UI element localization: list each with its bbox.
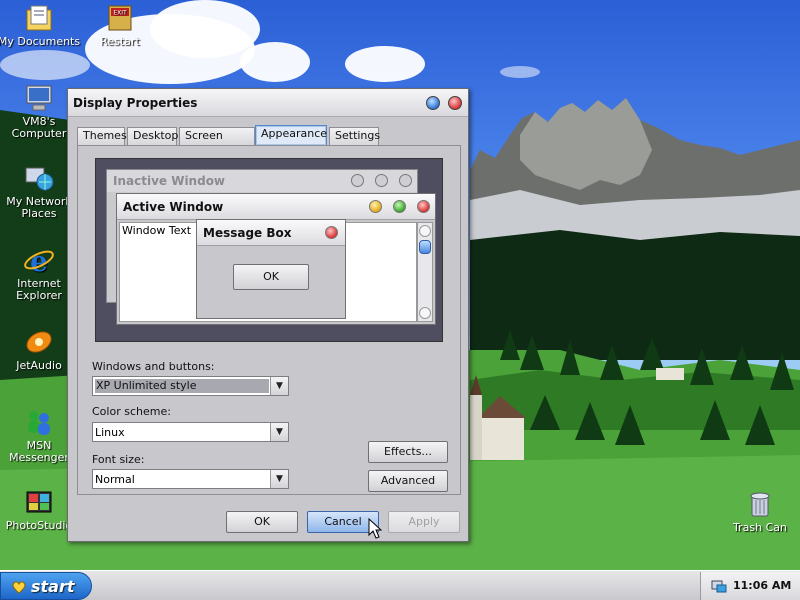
windows-buttons-label: Windows and buttons: [92,360,215,373]
active-maximize-icon [393,200,406,213]
start-label: start [31,577,75,596]
desktop-icon-my-documents[interactable]: My Documents [0,2,81,48]
chevron-down-icon[interactable]: ▼ [270,470,288,488]
inactive-window-title: Inactive Window [113,174,226,188]
font-size-label: Font size: [92,453,145,466]
advanced-button[interactable]: Advanced [368,470,448,492]
desktop-icon-label: Trash Can [733,521,787,534]
scroll-up-icon [419,225,431,237]
help-button[interactable] [426,96,440,110]
active-window-title: Active Window [123,200,224,214]
folder-documents-icon [26,5,52,31]
tab-themes[interactable]: Themes [77,127,127,145]
dialog-titlebar[interactable]: Display Properties [68,89,468,117]
apply-button[interactable]: Apply [388,511,460,533]
chevron-down-icon[interactable]: ▼ [270,423,288,441]
message-box-title: Message Box [203,226,292,240]
message-box-ok-sample: OK [233,264,309,290]
inactive-minimize-icon [351,174,364,187]
start-button[interactable]: start [0,572,92,600]
desktop-icon-label: My Documents [0,35,81,48]
color-scheme-label: Color scheme: [92,405,171,418]
system-tray: 11:06 AM [700,572,800,600]
start-heart-icon [12,581,26,594]
photostudio-icon [26,491,52,513]
windows-buttons-select[interactable]: XP Unlimited style ▼ [92,376,289,396]
windows-buttons-value: XP Unlimited style [95,379,269,393]
font-size-value: Normal [95,473,135,486]
preview-scrollbar [417,222,433,322]
internet-explorer-icon: e [24,245,54,276]
window-text-sample: Window Text [122,224,192,237]
appearance-panel: Inactive Window Active Window Window Tex… [77,145,461,495]
appearance-preview: Inactive Window Active Window Window Tex… [95,158,443,342]
dialog-title: Display Properties [73,96,198,110]
inactive-maximize-icon [375,174,388,187]
message-box-close-icon [325,226,338,239]
exit-sign-icon: EXIT [108,5,132,31]
messenger-buddies-icon [28,411,50,435]
scroll-down-icon [419,307,431,319]
inactive-close-icon [399,174,412,187]
tab-desktop[interactable]: Desktop [127,127,178,145]
tab-appearance[interactable]: Appearance [255,125,327,145]
close-button[interactable] [448,96,462,110]
scroll-thumb [419,240,431,254]
preview-message-box: Message Box OK [196,219,346,319]
chevron-down-icon[interactable]: ▼ [270,377,288,395]
svg-text:EXIT: EXIT [113,10,127,17]
tab-settings[interactable]: Settings [329,127,380,145]
trash-can-icon [750,492,770,517]
desktop-icon-restart[interactable]: EXIT Restart [78,2,162,48]
network-globe-icon [25,167,54,191]
jetaudio-icon [26,331,52,353]
active-close-icon [417,200,430,213]
ok-button[interactable]: OK [226,511,298,533]
desktop-icon-trash-can[interactable]: Trash Can [718,488,800,534]
active-minimize-icon [369,200,382,213]
svg-text:e: e [30,245,48,276]
effects-button[interactable]: Effects... [368,441,448,463]
computer-icon [26,85,52,111]
clock[interactable]: 11:06 AM [733,579,791,592]
display-properties-dialog: Display Properties Themes Desktop Screen… [67,88,469,542]
color-scheme-value: Linux [95,426,125,439]
desktop-icon-label: Restart [100,35,140,48]
tab-screen-saver[interactable]: Screen Saver [179,127,255,158]
taskbar: start 11:06 AM [0,570,800,600]
color-scheme-select[interactable]: Linux ▼ [92,422,289,442]
desktop: My Documents EXIT Restart VM8's Computer… [0,0,800,570]
network-tray-icon[interactable] [711,578,727,594]
mouse-cursor-icon [368,518,382,539]
font-size-select[interactable]: Normal ▼ [92,469,289,489]
